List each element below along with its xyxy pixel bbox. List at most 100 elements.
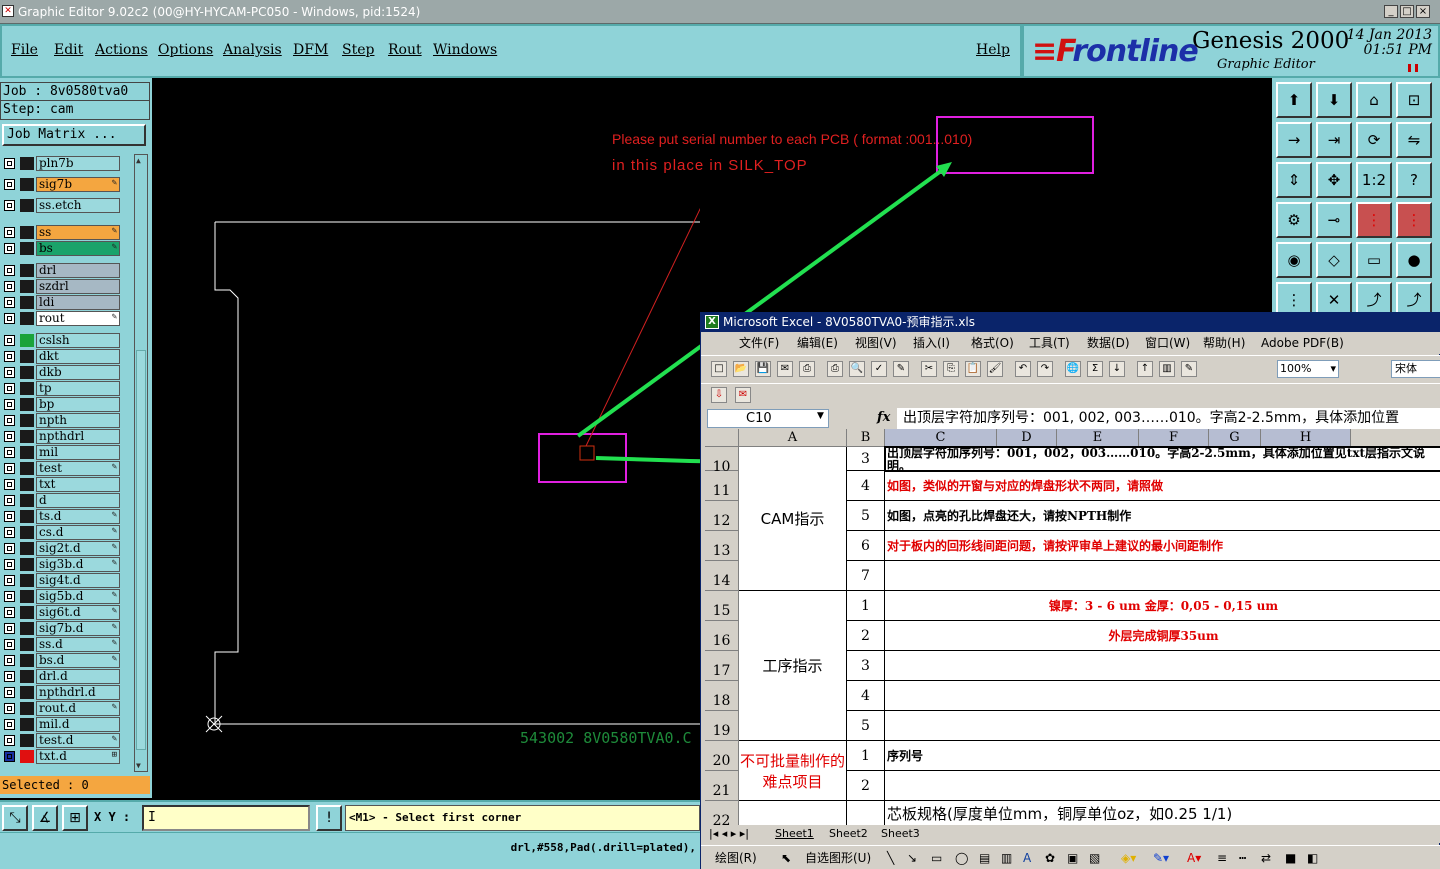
copy-icon[interactable]: ⎘ — [943, 361, 959, 377]
layer-row[interactable]: ss.etch — [2, 198, 120, 213]
column-header[interactable]: A — [739, 429, 847, 447]
layer-row[interactable]: sig4t.d — [2, 573, 120, 588]
layer-row[interactable]: npth — [2, 413, 120, 428]
select-pointer-icon[interactable]: ⬉ — [781, 846, 791, 869]
clipart-icon[interactable]: ▣ — [1067, 846, 1078, 869]
excel-menu-item[interactable]: Adobe PDF(B) — [1261, 332, 1344, 354]
toolbox-button[interactable]: ⊡ — [1396, 82, 1432, 118]
select-all-corner[interactable] — [705, 429, 739, 447]
hyperlink-icon[interactable]: 🌐 — [1065, 361, 1081, 377]
item-number-cell[interactable]: 4 — [847, 681, 885, 711]
item-number-cell[interactable]: 5 — [847, 711, 885, 741]
item-number-cell[interactable]: 1 — [847, 741, 885, 771]
layer-checkbox[interactable] — [4, 431, 15, 442]
open-icon[interactable]: 📂 — [733, 361, 749, 377]
excel-menu-item[interactable]: 窗口(W) — [1145, 332, 1190, 354]
toolbox-button[interactable]: ● — [1396, 242, 1432, 278]
toolbox-button[interactable]: ⚙ — [1276, 202, 1312, 238]
layer-checkbox[interactable] — [4, 511, 15, 522]
layer-checkbox[interactable] — [4, 575, 15, 586]
layer-checkbox[interactable] — [4, 313, 15, 324]
line-color-icon[interactable]: ✎▾ — [1153, 846, 1169, 869]
layer-checkbox[interactable] — [4, 559, 15, 570]
layer-checkbox[interactable] — [4, 527, 15, 538]
diagram-icon[interactable]: ✿ — [1045, 846, 1055, 869]
arrow-icon[interactable]: ↘ — [907, 846, 917, 869]
textbox-icon[interactable]: ▤ — [979, 846, 990, 869]
layer-checkbox[interactable] — [4, 335, 15, 346]
item-number-cell[interactable]: 3 — [847, 651, 885, 681]
instruction-cell[interactable] — [885, 561, 1440, 591]
item-number-cell[interactable]: 5 — [847, 501, 885, 531]
layer-row[interactable]: sig7b ✎ — [2, 177, 120, 192]
layer-checkbox[interactable] — [4, 735, 15, 746]
dash-style-icon[interactable]: ┅ — [1239, 846, 1246, 869]
oval-icon[interactable]: ◯ — [955, 846, 968, 869]
layer-row[interactable]: mil.d — [2, 717, 120, 732]
name-box[interactable]: C10 — [707, 409, 829, 428]
column-header[interactable]: B — [847, 429, 885, 447]
menu-help[interactable]: Help — [976, 42, 1010, 58]
job-matrix-button[interactable]: Job Matrix ... — [2, 124, 146, 146]
layer-checkbox[interactable] — [4, 367, 15, 378]
layer-row[interactable]: sig6t.d ✎ — [2, 605, 120, 620]
hard-items-group-cell[interactable]: 不可批量制作的难点项目 — [739, 741, 847, 801]
research-icon[interactable]: ✎ — [893, 361, 909, 377]
zoom-select[interactable]: 100% ▾ — [1277, 360, 1339, 378]
print-icon[interactable]: ⎙ — [827, 361, 843, 377]
layer-checkbox[interactable] — [4, 591, 15, 602]
row-header[interactable]: 15 — [705, 591, 739, 621]
layer-checkbox[interactable] — [4, 639, 15, 650]
layer-row[interactable]: cs.d ✎ — [2, 525, 120, 540]
layer-row[interactable]: ts.d ✎ — [2, 509, 120, 524]
undo-icon[interactable]: ↶ — [1015, 361, 1031, 377]
layer-checkbox[interactable] — [4, 751, 15, 762]
layer-row[interactable]: tp — [2, 381, 120, 396]
instruction-cell[interactable]: 如图，类似的开窗与对应的焊盘形状不两同，请照做 — [885, 471, 1440, 501]
print-preview-icon[interactable]: ⎙ — [799, 361, 815, 377]
instruction-cell[interactable]: 出顶层字符加序列号：001，002，003……010。字高2-2.5mm，具体添… — [885, 447, 1440, 471]
layer-checkbox[interactable] — [4, 383, 15, 394]
item-number-cell[interactable]: 2 — [847, 771, 885, 801]
menu-dfm[interactable]: DFM — [293, 42, 328, 58]
row-header[interactable]: 17 — [705, 651, 739, 681]
layer-checkbox[interactable] — [4, 179, 15, 190]
column-header[interactable]: C — [885, 429, 997, 447]
instruction-cell[interactable] — [885, 711, 1440, 741]
instruction-cell[interactable]: 序列号 — [885, 741, 1440, 771]
layer-checkbox[interactable] — [4, 607, 15, 618]
row-header[interactable]: 14 — [705, 561, 739, 591]
row-header[interactable]: 10 — [705, 447, 739, 475]
toolbox-button[interactable]: ✥ — [1316, 162, 1352, 198]
excel-menu-item[interactable]: 格式(O) — [971, 332, 1014, 354]
font-select[interactable]: 宋体 — [1391, 360, 1440, 378]
toolbox-button[interactable]: ⬆ — [1276, 82, 1312, 118]
vertical-textbox-icon[interactable]: ▥ — [1001, 846, 1012, 869]
instruction-cell[interactable]: 芯板规格(厚度单位mm，铜厚单位oz，如0.25 1/1) — [885, 801, 1440, 825]
layer-row[interactable]: sig5b.d ✎ — [2, 589, 120, 604]
toolbox-button[interactable]: ◉ — [1276, 242, 1312, 278]
layer-row[interactable]: test.d ✎ — [2, 733, 120, 748]
measure-button[interactable]: ∡ — [32, 805, 58, 831]
toolbox-button[interactable]: ◇ — [1316, 242, 1352, 278]
layer-checkbox[interactable] — [4, 543, 15, 554]
3d-icon[interactable]: ◧ — [1307, 846, 1318, 869]
layer-checkbox[interactable] — [4, 158, 15, 169]
layer-checkbox[interactable] — [4, 447, 15, 458]
layer-checkbox[interactable] — [4, 265, 15, 276]
font-color-icon[interactable]: A▾ — [1187, 846, 1201, 869]
scrollbar-thumb[interactable] — [136, 350, 146, 750]
layer-row[interactable]: d — [2, 493, 120, 508]
layer-row[interactable]: rout ✎ — [2, 311, 120, 326]
spreadsheet-grid[interactable]: A B C D E F G H 10 3 出顶层字符加序列号：001，002，003……010。字高… — [705, 429, 1440, 825]
sheet-tab-1[interactable]: Sheet1 — [775, 825, 814, 843]
shadow-icon[interactable]: ■ — [1285, 846, 1296, 869]
row-header[interactable]: 18 — [705, 681, 739, 711]
row-header[interactable]: 13 — [705, 531, 739, 561]
toolbox-button[interactable]: ⇋ — [1396, 122, 1432, 158]
item-number-cell[interactable]: 3 — [847, 447, 885, 471]
xy-input[interactable]: I — [142, 805, 310, 831]
layer-row[interactable]: sig3b.d ✎ — [2, 557, 120, 572]
layer-row[interactable]: szdrl — [2, 279, 120, 294]
sheet-tab-3[interactable]: Sheet3 — [881, 825, 920, 843]
